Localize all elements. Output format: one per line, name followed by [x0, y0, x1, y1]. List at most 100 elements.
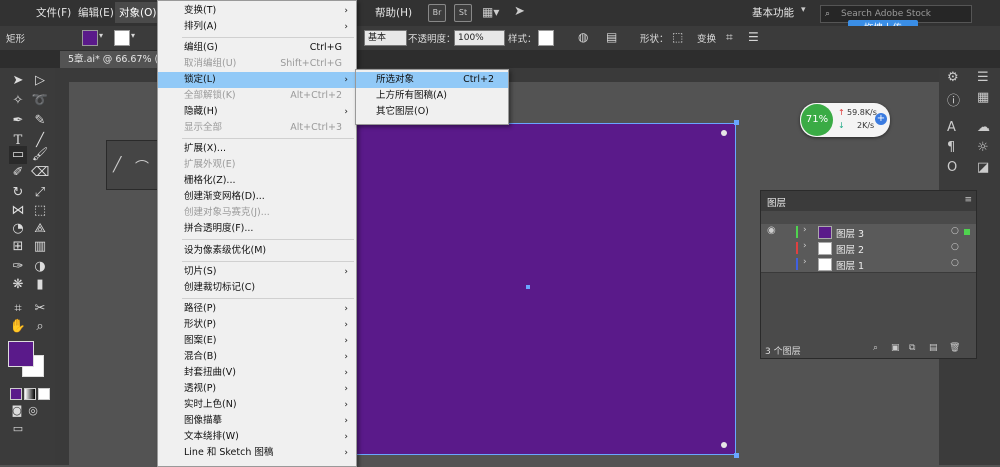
- direct-selection-tool-icon[interactable]: ▷: [31, 72, 49, 90]
- menu-item-group[interactable]: 编组(G) Ctrl+G: [158, 40, 356, 56]
- anchor-point[interactable]: [734, 120, 739, 125]
- symbol-sprayer-icon[interactable]: ❋: [9, 276, 27, 294]
- eraser-icon[interactable]: ⌫: [31, 164, 49, 182]
- opacity-input[interactable]: 100%: [454, 30, 505, 46]
- menu-item-unlock-all[interactable]: 全部解锁(K) Alt+Ctrl+2: [158, 88, 356, 104]
- stock-icon[interactable]: St: [454, 4, 472, 22]
- menu-item-object-mosaic[interactable]: 创建对象马赛克(J)...: [158, 205, 356, 221]
- menu-item-expand-appearance[interactable]: 扩展外观(E): [158, 157, 356, 173]
- expand-arrow-icon[interactable]: ›: [803, 225, 807, 235]
- shape-builder-icon[interactable]: ◔: [9, 220, 27, 238]
- fill-swatch[interactable]: [82, 30, 98, 46]
- menu-item-path[interactable]: 路径(P) ›: [158, 301, 356, 317]
- none-mode-icon[interactable]: [38, 388, 50, 400]
- eyedropper-icon[interactable]: ✑: [9, 258, 27, 276]
- submenu-item-all-artwork-above[interactable]: 上方所有图稿(A): [356, 88, 508, 104]
- menu-item-hide[interactable]: 隐藏(H) ›: [158, 104, 356, 120]
- bridge-icon[interactable]: Br: [428, 4, 446, 22]
- slice-tool-icon[interactable]: ✂: [31, 300, 49, 318]
- chevron-down-icon[interactable]: ▾: [131, 31, 135, 40]
- swatches-icon[interactable]: ◪: [977, 160, 989, 175]
- stroke-style-select[interactable]: 基本: [364, 30, 407, 46]
- selection-indicator[interactable]: [964, 229, 970, 235]
- draw-behind-icon[interactable]: ◎: [24, 402, 42, 420]
- layer-row[interactable]: › 图层 2 ○: [761, 240, 976, 257]
- submenu-item-selection[interactable]: 所选对象 Ctrl+2: [356, 72, 508, 88]
- chevron-down-icon[interactable]: ▾: [99, 31, 103, 40]
- magic-wand-icon[interactable]: ✧: [9, 92, 27, 110]
- menu-item-envelope-distort[interactable]: 封套扭曲(V) ›: [158, 365, 356, 381]
- menu-object[interactable]: 对象(O): [115, 2, 161, 23]
- free-transform-icon[interactable]: ⬚: [31, 202, 49, 220]
- menu-file[interactable]: 文件(F): [36, 5, 71, 20]
- color-mode-icon[interactable]: [10, 388, 22, 400]
- purple-rectangle[interactable]: [349, 120, 739, 458]
- menu-item-image-trace[interactable]: 图像描摹 ›: [158, 413, 356, 429]
- menu-edit[interactable]: 编辑(E): [78, 5, 114, 20]
- character-icon[interactable]: A: [947, 120, 956, 135]
- visibility-eye-icon[interactable]: ◉: [767, 225, 776, 236]
- center-point[interactable]: [526, 285, 530, 289]
- locate-object-icon[interactable]: ⌕: [873, 343, 878, 353]
- gradient-mode-icon[interactable]: [24, 388, 36, 400]
- artboard-tool-icon[interactable]: ⌗: [9, 300, 27, 318]
- delete-icon[interactable]: 🗑: [949, 343, 960, 353]
- hand-tool-icon[interactable]: ✋: [9, 318, 27, 336]
- fill-color-swatch-front[interactable]: [8, 341, 34, 367]
- stroke-swatch[interactable]: [114, 30, 130, 46]
- layers-panel-title[interactable]: 图层: [767, 195, 786, 209]
- rectangle-tool-icon[interactable]: ▭: [9, 146, 27, 164]
- selection-tool-icon[interactable]: ➤: [9, 72, 27, 90]
- target-icon[interactable]: ○: [951, 258, 959, 268]
- lasso-icon[interactable]: ➰: [31, 92, 49, 110]
- target-icon[interactable]: ○: [951, 226, 959, 236]
- menu-item-pattern[interactable]: 图案(E) ›: [158, 333, 356, 349]
- menu-item-line-sketch[interactable]: Line 和 Sketch 图稿 ›: [158, 445, 356, 461]
- shaper-tool-icon[interactable]: ✐: [9, 164, 27, 182]
- layer-name[interactable]: 图层 1: [836, 258, 864, 272]
- menu-item-rasterize[interactable]: 栅格化(Z)...: [158, 173, 356, 189]
- layer-row[interactable]: › 图层 1 ○: [761, 256, 976, 273]
- curvature-tool-icon[interactable]: ✎: [31, 112, 49, 130]
- menu-item-perspective[interactable]: 透视(P) ›: [158, 381, 356, 397]
- menu-item-ungroup[interactable]: 取消编组(U) Shift+Ctrl+G: [158, 56, 356, 72]
- expand-arrow-icon[interactable]: ›: [803, 241, 807, 251]
- new-sublayer-icon[interactable]: ⧉: [909, 343, 915, 353]
- libraries-icon[interactable]: ▦: [977, 90, 989, 105]
- plus-icon[interactable]: +: [875, 113, 887, 125]
- menu-item-lock[interactable]: 锁定(L) ›: [158, 72, 356, 88]
- layer-row[interactable]: ◉ › 图层 3 ○: [761, 224, 976, 241]
- width-tool-icon[interactable]: ⋈: [9, 202, 27, 220]
- send-icon[interactable]: ➤: [514, 4, 525, 19]
- gradient-tool-icon[interactable]: ▥: [31, 238, 49, 256]
- layer-name[interactable]: 图层 2: [836, 242, 864, 256]
- column-graph-icon[interactable]: ▮: [31, 276, 49, 294]
- rotate-tool-icon[interactable]: ↻: [9, 184, 27, 202]
- brush-curve-icon[interactable]: ⌒: [135, 157, 149, 177]
- menu-item-transform[interactable]: 变换(T) ›: [158, 3, 356, 19]
- new-layer-icon[interactable]: ▤: [929, 343, 938, 353]
- menu-item-crop-marks[interactable]: 创建裁切标记(C): [158, 280, 356, 296]
- menu-item-expand[interactable]: 扩展(X)...: [158, 141, 356, 157]
- properties-icon[interactable]: ⚙: [947, 70, 959, 85]
- scale-tool-icon[interactable]: ⤢: [31, 184, 49, 202]
- isolate-icon[interactable]: ⌗: [726, 30, 733, 45]
- paragraph-icon[interactable]: ¶: [947, 140, 955, 155]
- panel-menu-icon[interactable]: ≡: [964, 195, 972, 205]
- menu-item-show-all[interactable]: 显示全部 Alt+Ctrl+3: [158, 120, 356, 136]
- menu-item-slice[interactable]: 切片(S) ›: [158, 264, 356, 280]
- paintbrush-icon[interactable]: 🖌: [31, 146, 49, 164]
- appearance-icon[interactable]: ☼: [977, 140, 989, 155]
- menu-item-shape[interactable]: 形状(P) ›: [158, 317, 356, 333]
- grid-icon[interactable]: ▦▾: [482, 5, 499, 19]
- expand-arrow-icon[interactable]: ›: [803, 257, 807, 267]
- creative-cloud-icon[interactable]: ☁: [977, 120, 990, 135]
- clipping-mask-icon[interactable]: ▣: [891, 343, 900, 353]
- menu-item-gradient-mesh[interactable]: 创建渐变网格(D)...: [158, 189, 356, 205]
- recolor-icon[interactable]: ◍: [578, 30, 588, 44]
- brush-stroke-icon[interactable]: ╱: [113, 157, 121, 173]
- shape-icon[interactable]: ⬚: [672, 30, 683, 44]
- zoom-tool-icon[interactable]: ⌕: [31, 318, 49, 336]
- style-swatch[interactable]: [538, 30, 554, 46]
- assets-icon[interactable]: ☰: [977, 70, 989, 85]
